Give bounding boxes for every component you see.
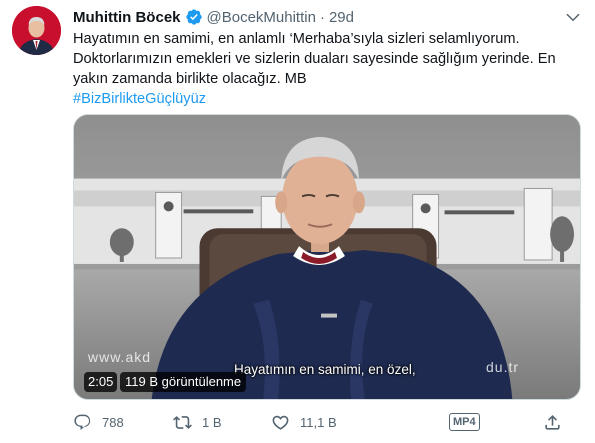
video-player[interactable]: www.akd du.tr Hayatımın en samimi, en öz…	[73, 114, 581, 400]
retweet-icon	[173, 415, 192, 429]
video-watermark: www.akd	[88, 349, 152, 365]
header-separator: ·	[319, 8, 325, 26]
video-watermark: du.tr	[486, 359, 520, 375]
hashtag-link[interactable]: #BizBirlikteGüçlüyüz	[73, 89, 206, 109]
reply-count: 788	[102, 414, 124, 430]
like-icon	[272, 415, 289, 430]
video-duration: 2:05	[84, 372, 118, 392]
share-button[interactable]	[543, 410, 562, 434]
mp4-label: MP4	[449, 413, 480, 431]
tweet-text: Hayatımın en samimi, en anlamlı ‘Merhaba…	[73, 29, 578, 89]
video-views: 119 B görüntülenme	[120, 372, 247, 392]
reply-icon	[74, 414, 91, 430]
tweet-text-line: Doktorlarımızın emekleri ve sizlerin dua…	[73, 51, 556, 67]
like-count: 11,1 B	[300, 414, 337, 430]
author-name[interactable]: Muhittin Böcek	[73, 9, 181, 26]
tweet-text-line: yakın zamanda birlikte olacağız. MB	[73, 71, 307, 87]
tweet-header: Muhittin Böcek @BocekMuhittin · 29d	[73, 6, 354, 28]
like-button[interactable]: 11,1 B	[271, 410, 337, 434]
avatar-image	[12, 6, 61, 55]
video-subtitle: Hayatımın en samimi, en özel,	[234, 362, 416, 377]
share-icon	[545, 414, 560, 430]
tweet-time[interactable]: 29d	[329, 9, 354, 26]
download-mp4-button[interactable]: MP4	[449, 410, 480, 434]
tweet-text-line: Hayatımın en samimi, en anlamlı ‘Merhaba…	[73, 31, 520, 47]
reply-button[interactable]: 788	[73, 410, 124, 434]
author-avatar[interactable]	[12, 6, 61, 55]
verified-badge-icon	[185, 8, 203, 26]
retweet-button[interactable]: 1 B	[173, 410, 222, 434]
tweet-actions: 788 1 B 11,1 B MP4	[73, 408, 581, 436]
caret-down-icon[interactable]	[563, 8, 583, 26]
retweet-count: 1 B	[202, 414, 222, 430]
author-handle[interactable]: @BocekMuhittin	[207, 9, 316, 26]
